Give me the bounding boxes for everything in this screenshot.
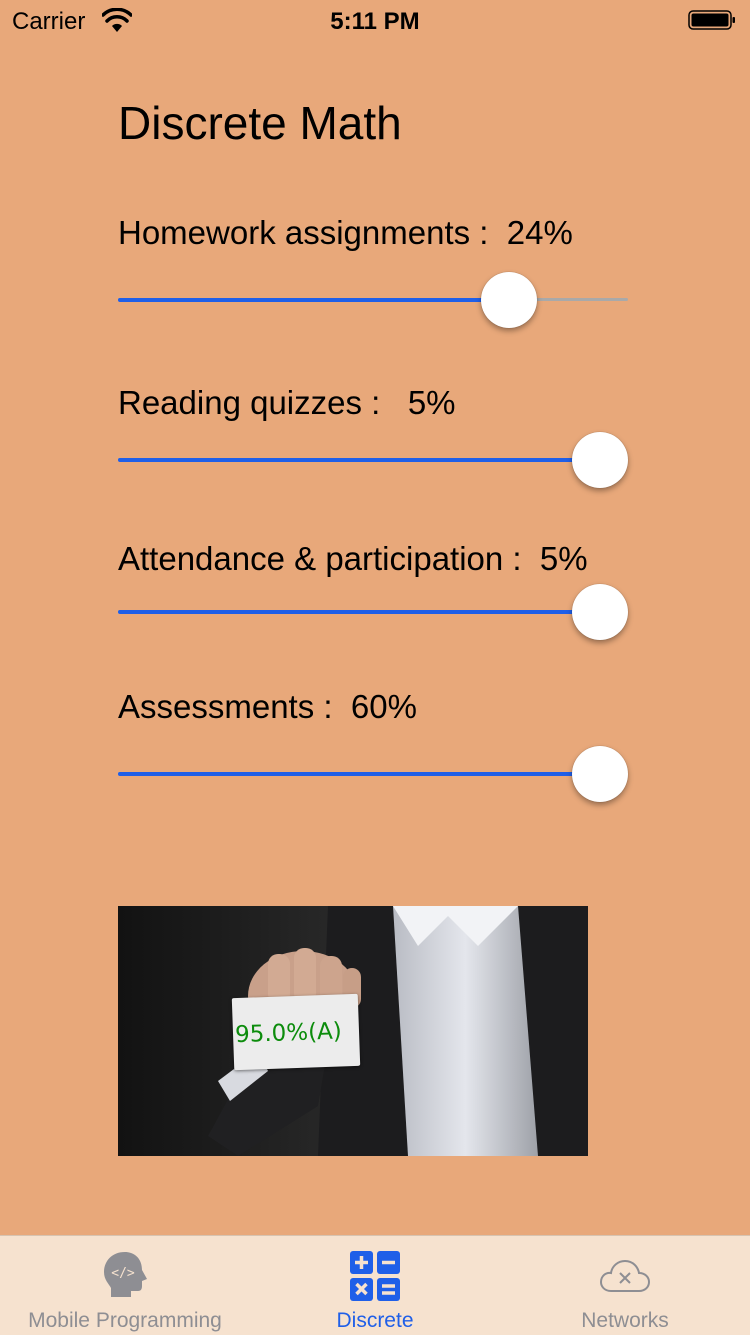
slider-thumb[interactable] <box>572 584 628 640</box>
attendance-label: Attendance & participation : 5% <box>118 540 588 577</box>
svg-text:</>: </> <box>111 1266 135 1281</box>
grade-result-text: 95.0%(A) <box>234 1018 343 1049</box>
tab-label: Discrete <box>336 1309 414 1332</box>
tab-label: Networks <box>581 1309 669 1332</box>
cloud-error-icon <box>599 1259 651 1292</box>
page-title: Discrete Math <box>118 97 402 149</box>
calculator-icon <box>350 1251 400 1301</box>
slider-fill <box>118 610 600 614</box>
tab-networks[interactable]: Networks <box>500 1236 750 1335</box>
assessments-label: Assessments : 60% <box>118 688 417 725</box>
reading-quizzes-label: Reading quizzes : 5% <box>118 384 456 421</box>
grade-card: 95.0%(A) <box>231 993 361 1071</box>
slider-fill <box>118 772 600 776</box>
slider-fill <box>118 458 600 462</box>
slider-fill <box>118 298 510 302</box>
reading-quizzes-slider[interactable] <box>118 430 628 490</box>
grade-result-image: 95.0%(A) <box>118 906 588 1156</box>
tab-bar: </> Mobile Programming Discrete Networks <box>0 1235 750 1335</box>
slider-thumb[interactable] <box>572 432 628 488</box>
slider-thumb[interactable] <box>572 746 628 802</box>
tab-label: Mobile Programming <box>28 1309 222 1332</box>
tab-discrete[interactable]: Discrete <box>250 1236 500 1335</box>
status-bar: Carrier 5:11 PM <box>0 0 750 40</box>
battery-icon <box>688 10 735 30</box>
slider-thumb[interactable] <box>481 272 538 328</box>
assessments-slider[interactable] <box>118 744 628 804</box>
homework-slider[interactable] <box>118 270 628 330</box>
status-time: 5:11 PM <box>330 8 420 35</box>
homework-label: Homework assignments : 24% <box>118 214 573 251</box>
tab-mobile-programming[interactable]: </> Mobile Programming <box>0 1236 250 1335</box>
head-code-icon: </> <box>104 1252 147 1297</box>
attendance-slider[interactable] <box>118 582 628 642</box>
